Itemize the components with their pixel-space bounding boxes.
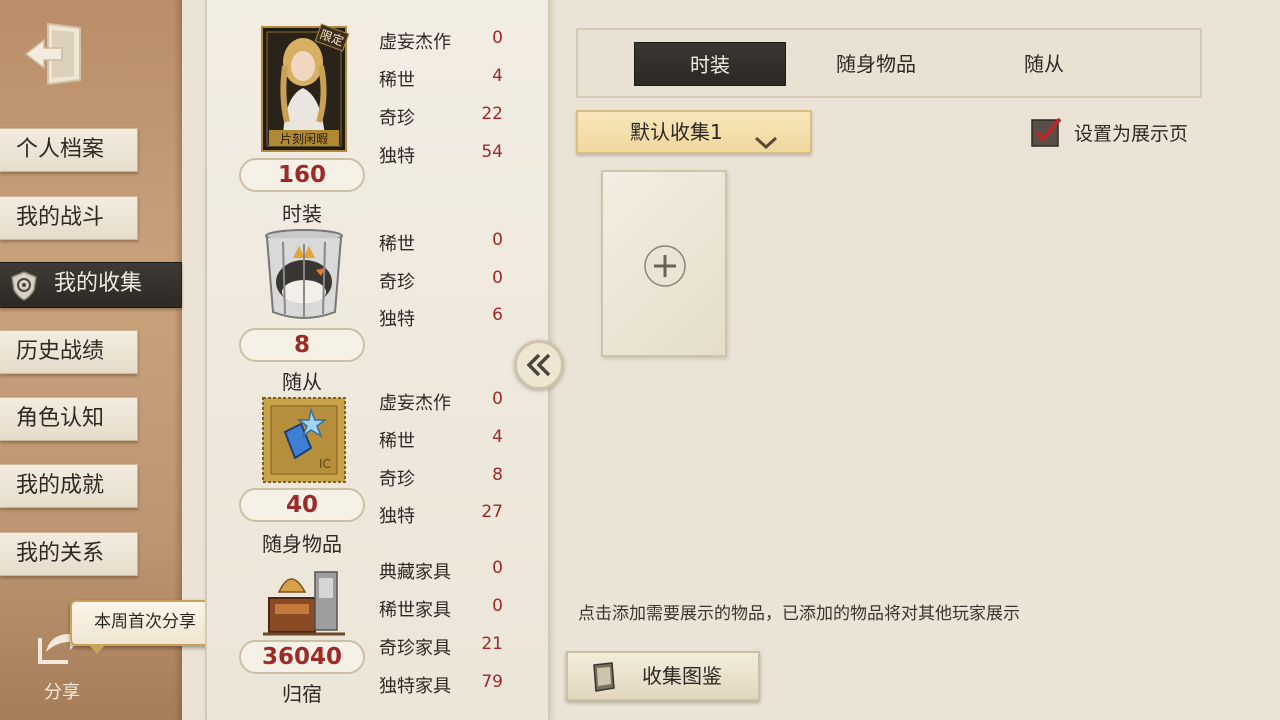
stat-value: 79 <box>481 672 503 692</box>
sidebar-item-label: 角色认知 <box>16 406 105 431</box>
stat-value: 6 <box>492 305 503 325</box>
stat-name: 独特 <box>379 506 415 527</box>
stat-value: 21 <box>481 634 503 654</box>
stat-name: 稀世 <box>379 234 415 255</box>
book-icon <box>590 662 618 692</box>
display-page-checkbox[interactable] <box>1030 116 1062 148</box>
stat-row: 稀世 4 <box>379 427 503 453</box>
stat-value: 0 <box>492 28 503 48</box>
stat-value: 4 <box>492 66 503 86</box>
sidebar-item-label: 我的收集 <box>54 271 143 296</box>
stat-row: 独特家具 79 <box>379 672 503 698</box>
dropdown-value: 默认收集1 <box>630 120 723 144</box>
exit-icon[interactable] <box>22 18 90 88</box>
stat-name: 独特 <box>379 146 415 167</box>
collection-stats-panel: 限定 片刻闲暇 160 时装 虚妄杰作 0 稀世 4 奇珍 22 独特 54 8… <box>205 0 550 720</box>
stat-row: 独特 6 <box>379 305 503 331</box>
checkmark-icon <box>1031 117 1062 147</box>
stat-value: 22 <box>481 104 503 124</box>
costume-card-caption: 片刻闲暇 <box>279 132 328 146</box>
display-page-label[interactable]: 设置为展示页 <box>1074 119 1188 146</box>
accessory-count: 40 <box>239 488 365 522</box>
tab-accessory[interactable]: 随身物品 <box>800 42 952 86</box>
stat-value: 0 <box>492 596 503 616</box>
stat-name: 奇珍 <box>379 108 415 129</box>
home-label: 归宿 <box>282 682 322 706</box>
stat-row: 独特 27 <box>379 502 503 528</box>
stat-name: 典藏家具 <box>379 562 451 583</box>
sidebar-item-profile[interactable]: 个人档案 <box>0 128 138 172</box>
stat-row: 稀世 4 <box>379 66 503 92</box>
stat-name: 虚妄杰作 <box>379 393 451 414</box>
sidebar-item-character[interactable]: 角色认知 <box>0 397 138 441</box>
sidebar-item-label: 我的战斗 <box>16 205 105 230</box>
collection-catalog-button[interactable]: 收集图鉴 <box>566 651 760 701</box>
stat-value: 0 <box>492 389 503 409</box>
stat-name: 独特 <box>379 309 415 330</box>
plus-icon <box>643 244 687 288</box>
follower-thumbnail[interactable] <box>261 228 347 324</box>
home-count: 36040 <box>239 640 365 674</box>
stat-value: 0 <box>492 268 503 288</box>
follower-count: 8 <box>239 328 365 362</box>
follower-label: 随从 <box>282 370 322 394</box>
stat-row: 稀世家具 0 <box>379 596 503 622</box>
share-label[interactable]: 分享 <box>44 678 80 704</box>
stat-value: 54 <box>481 142 503 162</box>
costume-count: 160 <box>239 158 365 192</box>
stat-value: 0 <box>492 558 503 578</box>
stat-value: 27 <box>481 502 503 522</box>
catalog-button-label: 收集图鉴 <box>642 664 722 688</box>
stat-row: 奇珍 22 <box>379 104 503 130</box>
accessory-label: 随身物品 <box>262 532 342 556</box>
stat-name: 奇珍 <box>379 272 415 293</box>
sidebar-item-collection[interactable]: 我的收集 <box>0 262 182 308</box>
collection-set-dropdown[interactable]: 默认收集1 <box>576 110 812 154</box>
stat-name: 稀世 <box>379 70 415 91</box>
stat-row: 稀世 0 <box>379 230 503 256</box>
stat-row: 奇珍家具 21 <box>379 634 503 660</box>
sidebar-item-label: 我的关系 <box>16 541 105 566</box>
sidebar-item-achievements[interactable]: 我的成就 <box>0 464 138 508</box>
costume-card-thumbnail[interactable]: 限定 片刻闲暇 <box>261 23 350 152</box>
sidebar-item-relations[interactable]: 我的关系 <box>0 532 138 576</box>
tab-costume[interactable]: 时装 <box>634 42 786 86</box>
stat-name: 奇珍 <box>379 469 415 490</box>
category-tabbar: 时装 随身物品 随从 <box>576 28 1202 98</box>
stat-name: 虚妄杰作 <box>379 32 451 53</box>
stat-row: 奇珍 8 <box>379 465 503 491</box>
stat-value: 8 <box>492 465 503 485</box>
collapse-panel-button[interactable] <box>514 340 564 390</box>
stat-value: 4 <box>492 427 503 447</box>
sidebar-item-label: 我的成就 <box>16 473 105 498</box>
stat-name: 奇珍家具 <box>379 638 451 659</box>
stat-name: 稀世 <box>379 431 415 452</box>
stat-row: 典藏家具 0 <box>379 558 503 584</box>
tab-follower[interactable]: 随从 <box>968 42 1120 86</box>
hint-text: 点击添加需要展示的物品，已添加的物品将对其他玩家展示 <box>578 604 1020 624</box>
sidebar-item-history[interactable]: 历史战绩 <box>0 330 138 374</box>
stat-row: 虚妄杰作 0 <box>379 28 503 54</box>
stat-name: 稀世家具 <box>379 600 451 621</box>
sidebar-item-battle[interactable]: 我的战斗 <box>0 196 138 240</box>
double-chevron-left-icon <box>526 353 551 377</box>
sidebar-item-label: 历史战绩 <box>16 339 105 364</box>
add-item-slot[interactable] <box>601 170 727 357</box>
stat-row: 独特 54 <box>379 142 503 168</box>
svg-text:IC: IC <box>319 457 331 471</box>
stat-row: 奇珍 0 <box>379 268 503 294</box>
stat-value: 0 <box>492 230 503 250</box>
home-thumbnail[interactable] <box>261 562 347 638</box>
sidebar-item-label: 个人档案 <box>16 137 105 162</box>
stat-row: 虚妄杰作 0 <box>379 389 503 415</box>
chevron-down-icon <box>754 124 778 150</box>
accessory-thumbnail[interactable]: IC <box>261 396 347 484</box>
shield-icon <box>8 270 40 302</box>
stat-name: 独特家具 <box>379 676 451 697</box>
costume-label: 时装 <box>282 202 322 226</box>
share-bubble-text: 本周首次分享 <box>94 612 196 632</box>
